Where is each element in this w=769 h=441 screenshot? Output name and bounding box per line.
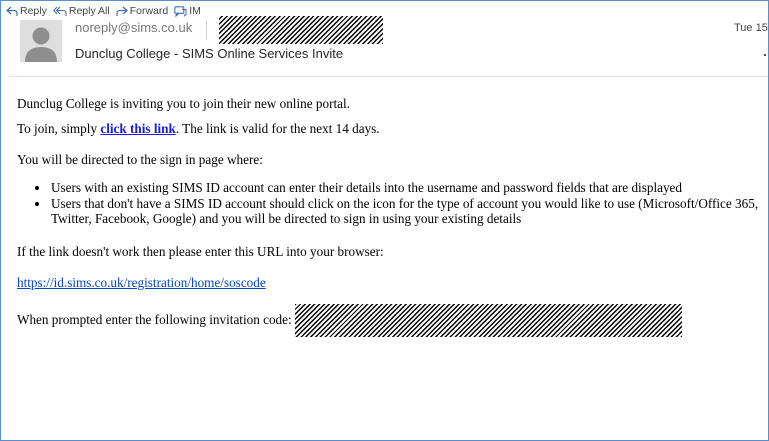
intro-paragraph: Dunclug College is inviting you to join … [17, 96, 350, 111]
avatar-person-icon [25, 27, 57, 62]
reply-all-button[interactable]: Reply All [52, 5, 110, 17]
header-separator [206, 21, 207, 40]
code-prompt: When prompted enter the following invita… [17, 312, 292, 327]
list-item: Users with an existing SIMS ID account c… [17, 180, 767, 196]
reply-label: Reply [20, 5, 47, 17]
reply-icon [6, 6, 18, 16]
avatar [20, 20, 62, 62]
join-suffix: . The link is valid for the next 14 days… [175, 121, 380, 136]
list-item: Users that don't have a SIMS ID account … [17, 196, 767, 227]
redacted-invitation-code [294, 303, 682, 337]
code-paragraph: When prompted enter the following invita… [17, 303, 767, 337]
join-prefix: To join, simply [17, 121, 101, 136]
reply-all-icon [52, 6, 67, 16]
directed-paragraph: You will be directed to the sign in page… [17, 152, 263, 167]
email-body: Dunclug College is inviting you to join … [17, 96, 767, 337]
header-divider [9, 76, 768, 77]
im-label: IM [189, 5, 201, 17]
sender-address[interactable]: noreply@sims.co.uk [75, 20, 192, 35]
sign-in-options-list: Users with an existing SIMS ID account c… [17, 180, 767, 227]
url-paragraph: https://id.sims.co.uk/registration/home/… [17, 275, 767, 291]
forward-label: Forward [129, 5, 169, 17]
forward-icon [116, 6, 128, 16]
reply-all-label: Reply All [68, 5, 110, 17]
join-paragraph: To join, simply click this link. The lin… [17, 121, 767, 137]
fallback-paragraph: If the link doesn't work then please ent… [17, 243, 384, 259]
header-mark [764, 54, 766, 56]
email-reading-pane: Reply Reply All Forward IM noreply@sims.… [0, 0, 769, 441]
redacted-recipient [219, 16, 383, 44]
registration-url-link[interactable]: https://id.sims.co.uk/registration/home/… [17, 275, 266, 290]
im-button[interactable]: IM [174, 5, 201, 17]
forward-button[interactable]: Forward [116, 5, 169, 17]
received-date: Tue 15: [734, 22, 769, 34]
click-this-link[interactable]: click this link [100, 121, 175, 136]
reply-button[interactable]: Reply [6, 5, 47, 17]
im-icon [174, 5, 187, 17]
email-subject: Dunclug College - SIMS Online Services I… [75, 46, 344, 61]
message-action-bar: Reply Reply All Forward IM [6, 4, 201, 18]
